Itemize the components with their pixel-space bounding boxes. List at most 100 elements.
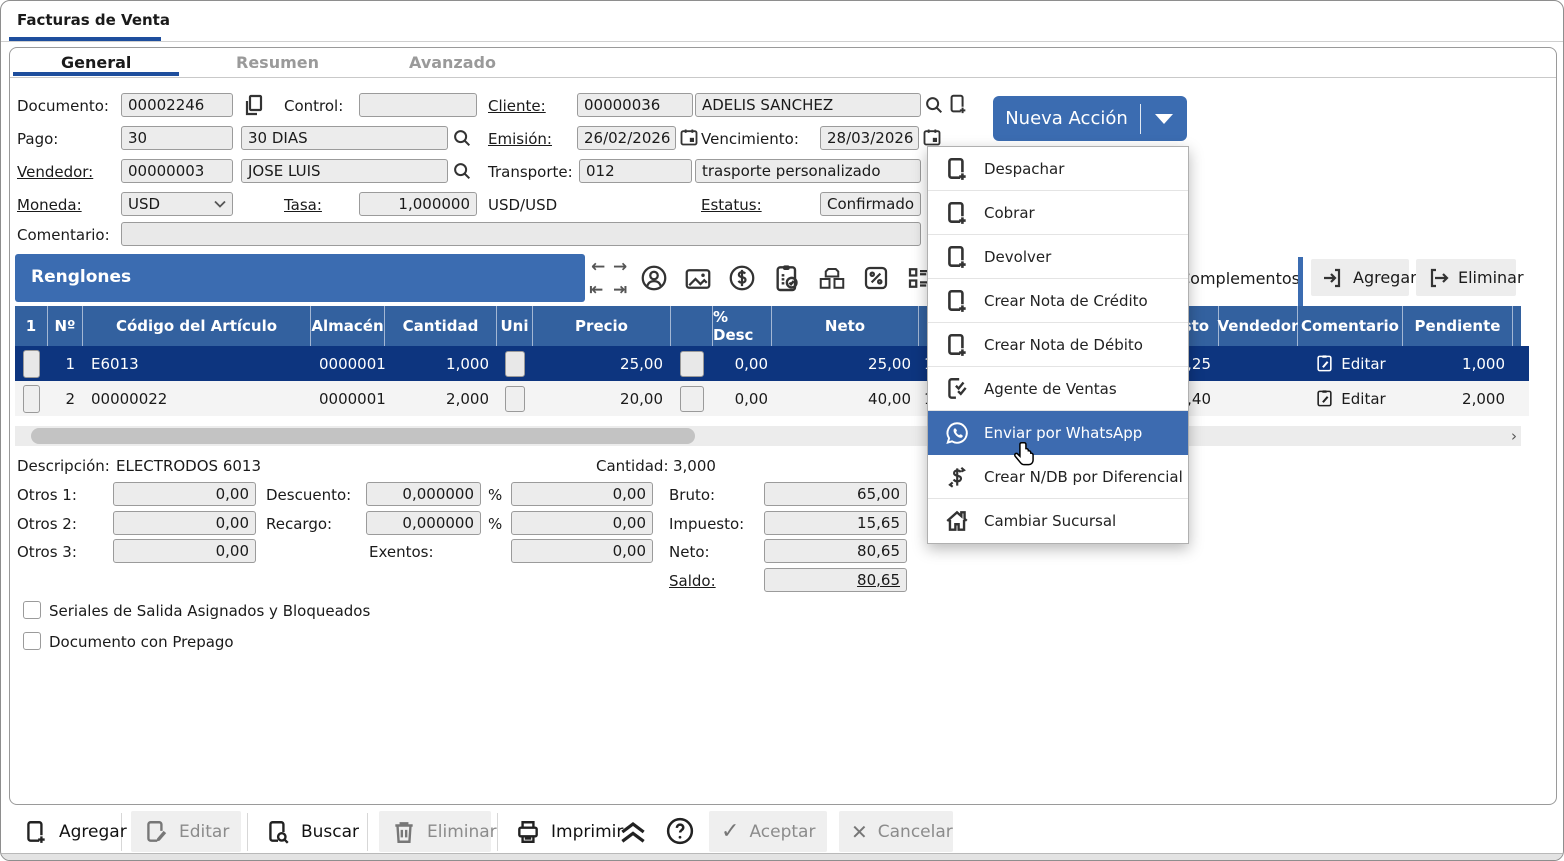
seriales-checkbox[interactable] [23, 601, 41, 619]
column-header[interactable] [671, 306, 713, 346]
comentario-edit-button[interactable]: Editar [1298, 381, 1403, 416]
customer-icon[interactable] [639, 263, 669, 293]
row-num-cell[interactable]: 2 [48, 381, 83, 416]
new-client-icon[interactable] [947, 93, 969, 115]
column-header[interactable]: 1 [15, 306, 48, 346]
control-field[interactable] [359, 93, 477, 117]
transporte-name-field[interactable]: trasporte personalizado [695, 159, 921, 183]
agregar-button[interactable]: Agregar [11, 811, 139, 852]
delete-row-button[interactable]: Eliminar [1416, 259, 1516, 296]
horizontal-scrollbar[interactable] [15, 426, 1521, 446]
row-num-cell[interactable]: 1 [48, 346, 83, 381]
codigo-cell[interactable]: 00000022 [83, 381, 311, 416]
otros3-field[interactable]: 0,00 [113, 539, 256, 563]
estatus-label[interactable]: Estatus: [701, 196, 762, 214]
collapse-toolbar-icon[interactable] [617, 818, 649, 846]
column-header[interactable] [1513, 306, 1521, 346]
column-header[interactable]: Vendedor [1219, 306, 1298, 346]
precio-cell[interactable]: 20,00 [533, 381, 671, 416]
prev-arrow-icon[interactable]: ← [591, 259, 605, 276]
desc-cell[interactable]: 0,00 [713, 346, 772, 381]
prepago-checkbox[interactable] [23, 632, 41, 650]
descuento-monto-field[interactable]: 0,00 [511, 482, 653, 506]
row-select-cell[interactable] [15, 346, 48, 381]
detail-cell[interactable] [671, 346, 713, 381]
cantidad-cell[interactable]: 1,000 [385, 346, 497, 381]
stock-icon[interactable] [817, 264, 847, 294]
emision-label[interactable]: Emisión: [488, 130, 552, 148]
prepago-checkbox-label[interactable]: Documento con Prepago [49, 633, 234, 651]
desc-cell[interactable]: 0,00 [713, 381, 772, 416]
bruto-field[interactable]: 65,00 [764, 482, 907, 506]
chevron-down-icon[interactable] [1141, 112, 1187, 126]
search-icon[interactable] [923, 94, 945, 116]
estatus-field[interactable]: Confirmado [820, 192, 921, 216]
uni-cell[interactable] [497, 346, 533, 381]
eliminar-button[interactable]: Eliminar [379, 811, 491, 852]
vendedor-label[interactable]: Vendedor: [17, 163, 93, 181]
column-header[interactable]: Pendiente [1403, 306, 1513, 346]
precio-cell[interactable]: 25,00 [533, 346, 671, 381]
moneda-select[interactable]: USD [121, 192, 233, 216]
row-select-button[interactable] [23, 350, 40, 378]
first-arrow-icon[interactable]: ⇤ [589, 282, 603, 299]
vendedor-code-field[interactable]: 00000003 [121, 159, 233, 183]
moneda-label[interactable]: Moneda: [17, 196, 82, 214]
scroll-right-icon[interactable]: › [1511, 427, 1517, 445]
tasa-label[interactable]: Tasa: [284, 196, 322, 214]
tab-resumen[interactable]: Resumen [236, 53, 319, 72]
calendar-icon[interactable] [922, 127, 942, 147]
saldo-field[interactable]: 80,65 [764, 568, 907, 592]
column-header[interactable]: Uni [497, 306, 533, 346]
add-row-button[interactable]: Agregar [1311, 259, 1409, 296]
row-select-button[interactable] [23, 385, 40, 413]
documento-field[interactable]: 00002246 [121, 93, 233, 117]
help-icon[interactable] [665, 816, 695, 846]
column-header[interactable]: Cantidad [385, 306, 497, 346]
emision-field[interactable]: 26/02/2026 [577, 126, 676, 150]
recargo-monto-field[interactable]: 0,00 [511, 511, 653, 535]
column-header[interactable]: Neto [772, 306, 919, 346]
cantidad-cell[interactable]: 2,000 [385, 381, 497, 416]
almacen-cell[interactable]: 0000001 [311, 381, 385, 416]
cliente-code-field[interactable]: 00000036 [577, 93, 693, 117]
tasa-field[interactable]: 1,000000 [359, 192, 477, 216]
buscar-button[interactable]: Buscar [253, 811, 371, 852]
vendedor-name-field[interactable]: JOSE LUIS [241, 159, 448, 183]
cliente-label[interactable]: Cliente: [488, 97, 546, 115]
search-icon[interactable] [451, 160, 473, 182]
impuesto-field[interactable]: 15,65 [764, 511, 907, 535]
pago-code-field[interactable]: 30 [121, 126, 233, 150]
otros1-field[interactable]: 0,00 [113, 482, 256, 506]
percent-icon[interactable] [861, 263, 891, 293]
column-header[interactable]: Precio [533, 306, 671, 346]
complementos-label[interactable]: Complementos [1179, 269, 1300, 288]
vendedor-cell[interactable] [1219, 346, 1298, 381]
menu-item-cobrar[interactable]: Cobrar [928, 191, 1188, 235]
cancelar-button[interactable]: ✕ Cancelar [839, 811, 953, 852]
vendedor-cell[interactable] [1219, 381, 1298, 416]
price-icon[interactable] [727, 263, 757, 293]
detail-button[interactable] [680, 351, 704, 377]
tab-avanzado[interactable]: Avanzado [409, 53, 496, 72]
almacen-cell[interactable]: 0000001 [311, 346, 385, 381]
recargo-pct-field[interactable]: 0,000000 [366, 511, 481, 535]
column-header[interactable]: % Desc [713, 306, 772, 346]
editar-button[interactable]: Editar [131, 811, 241, 852]
comentario-edit-button[interactable]: Editar [1298, 346, 1403, 381]
descuento-pct-field[interactable]: 0,000000 [366, 482, 481, 506]
column-header[interactable]: Nº [48, 306, 83, 346]
menu-item-cambiar-sucursal[interactable]: Cambiar Sucursal [928, 499, 1188, 543]
detail-cell[interactable] [671, 381, 713, 416]
menu-item-agente-ventas[interactable]: Agente de Ventas [928, 367, 1188, 411]
menu-item-crear-ndb-diferencial[interactable]: Crear N/DB por Diferencial [928, 455, 1188, 499]
last-arrow-icon[interactable]: ⇥ [613, 282, 627, 299]
pendiente-cell[interactable]: 1,000 [1403, 346, 1513, 381]
menu-item-enviar-whatsapp[interactable]: Enviar por WhatsApp [928, 411, 1188, 455]
uni-cell[interactable] [497, 381, 533, 416]
menu-item-despachar[interactable]: Despachar [928, 147, 1188, 191]
otros2-field[interactable]: 0,00 [113, 511, 256, 535]
copy-icon[interactable] [241, 93, 265, 117]
seriales-checkbox-label[interactable]: Seriales de Salida Asignados y Bloqueado… [49, 602, 370, 620]
tab-general[interactable]: General [61, 53, 131, 72]
